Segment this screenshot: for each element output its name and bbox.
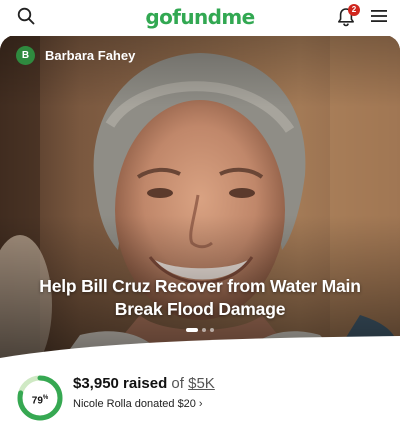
progress-percent: 79% [16,374,64,422]
raised-amount: $3,950 raised [73,375,168,392]
menu-icon[interactable] [371,9,387,23]
progress-percent-unit: % [42,395,49,401]
organizer-avatar: B [16,46,35,65]
curved-divider [0,336,400,370]
recent-donation-text: Nicole Rolla donated $20 [73,398,196,410]
raised-of: of [171,375,184,392]
campaign-page: gofundme 2 B Barbara Fahey Help Bill Cru… [0,0,400,423]
top-header: gofundme 2 [0,0,400,36]
organizer-name: Barbara Fahey [45,48,136,63]
notification-badge: 2 [348,4,360,16]
raised-summary: $3,950 raised of $5K [73,375,215,392]
logo-text: gofundme [145,5,255,29]
recent-donation-link[interactable]: Nicole Rolla donated $20 › [73,398,203,410]
goal-amount-link[interactable]: $5K [188,375,215,392]
campaign-title: Help Bill Cruz Recover from Water Main B… [39,276,361,319]
hero-photo[interactable]: B Barbara Fahey Help Bill Cruz Recover f… [0,35,400,363]
progress-percent-value: 79 [31,395,43,407]
chevron-right-icon: › [198,398,203,410]
